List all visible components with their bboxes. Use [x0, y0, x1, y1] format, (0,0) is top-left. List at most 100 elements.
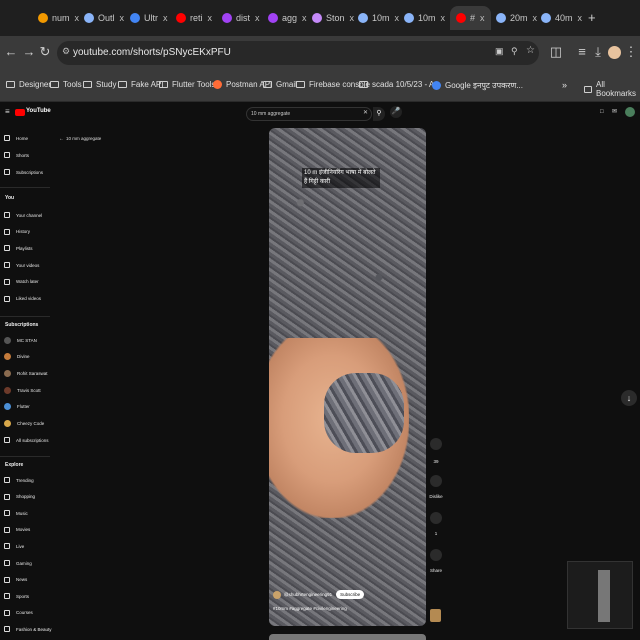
channel-avatar[interactable]: [273, 590, 281, 599]
url-text[interactable]: youtube.com/shorts/pSNycEKxPFU: [73, 47, 231, 58]
sidebar-item[interactable]: Live: [4, 540, 24, 552]
browser-tab[interactable]: num x: [38, 6, 79, 30]
tab-close-icon[interactable]: x: [350, 13, 355, 23]
sidebar-item[interactable]: Liked videos: [4, 293, 41, 305]
sidebar-section-heading[interactable]: You: [5, 195, 14, 201]
dislike-icon[interactable]: [430, 475, 442, 487]
browser-tab[interactable]: Ultr x: [130, 6, 168, 30]
sidebar-item[interactable]: Gaming: [4, 557, 32, 569]
sidebar-item[interactable]: All subscriptions: [4, 434, 49, 446]
browser-tab[interactable]: agg x: [268, 6, 307, 30]
tab-close-icon[interactable]: x: [395, 13, 400, 23]
bookmark-item[interactable]: Google इनपुट उपकरण...: [432, 80, 523, 91]
bookmark-item[interactable]: scada 10/5/23 - A...: [359, 80, 441, 89]
back-icon[interactable]: ←: [4, 45, 18, 59]
bookmarks-overflow-icon[interactable]: »: [562, 80, 567, 90]
youtube-logo-icon[interactable]: [15, 109, 25, 116]
profile-avatar[interactable]: [608, 46, 621, 59]
install-icon[interactable]: ▣: [495, 46, 504, 57]
sidebar-item[interactable]: Shorts: [4, 149, 29, 161]
create-icon[interactable]: □: [600, 109, 604, 115]
bookmark-item[interactable]: Designer: [6, 80, 51, 89]
bookmark-item[interactable]: Gmail: [263, 80, 297, 89]
sidebar-item[interactable]: History: [4, 226, 30, 238]
address-bar[interactable]: ⚙ youtube.com/shorts/pSNycEKxPFU ▣ ⚲ ☆: [57, 41, 539, 65]
next-short-preview[interactable]: [269, 634, 426, 640]
back-arrow-icon[interactable]: ←: [59, 136, 64, 142]
mic-icon[interactable]: 🎤: [390, 106, 402, 118]
download-icon[interactable]: ⤓: [591, 45, 605, 59]
sidebar-item[interactable]: Trending: [4, 474, 34, 486]
tab-close-icon[interactable]: x: [163, 13, 168, 23]
sidebar-item[interactable]: Cheezy Code: [4, 418, 44, 430]
guide-menu-icon[interactable]: ≡: [5, 107, 10, 116]
bookmark-item[interactable]: Tools: [50, 80, 82, 89]
sidebar-item[interactable]: News: [4, 574, 27, 586]
sidebar-item[interactable]: Flutter: [4, 401, 30, 413]
all-bookmarks[interactable]: All Bookmarks: [584, 80, 640, 98]
sidebar-item[interactable]: Rohit Saraswat: [4, 367, 48, 379]
forward-icon[interactable]: →: [22, 45, 36, 59]
tab-close-icon[interactable]: x: [120, 13, 125, 23]
browser-tab[interactable]: # x: [450, 6, 491, 30]
next-short-button[interactable]: ↓: [621, 390, 637, 406]
clear-search-icon[interactable]: ✕: [363, 109, 368, 116]
sidebar-item[interactable]: Courses: [4, 607, 33, 619]
browser-tab[interactable]: Ston x: [312, 6, 354, 30]
tab-close-icon[interactable]: x: [480, 13, 485, 23]
menu-icon[interactable]: ⋮: [624, 45, 638, 59]
sidebar-item[interactable]: Divine: [4, 351, 30, 363]
browser-tab[interactable]: dist x: [222, 6, 260, 30]
tab-close-icon[interactable]: x: [578, 13, 583, 23]
shorts-video[interactable]: 10 m इंजीनियरिंग भाषा में बोलते हैं गिट्…: [269, 128, 426, 626]
browser-tab[interactable]: 40m x: [541, 6, 582, 30]
sidebar-item[interactable]: Fashion & Beauty: [4, 623, 52, 635]
sidebar-item[interactable]: Home: [4, 132, 28, 144]
sidebar-item[interactable]: Travis Scott: [4, 384, 41, 396]
share-icon[interactable]: [430, 549, 442, 561]
tab-close-icon[interactable]: x: [75, 13, 80, 23]
tab-close-icon[interactable]: x: [255, 13, 260, 23]
sound-thumbnail[interactable]: [430, 609, 441, 622]
picture-in-picture-preview[interactable]: [567, 561, 633, 629]
sidebar-item[interactable]: Your videos: [4, 259, 39, 271]
sidebar-section-heading[interactable]: Subscriptions: [5, 322, 38, 328]
tab-close-icon[interactable]: x: [302, 13, 307, 23]
tab-close-icon[interactable]: x: [533, 13, 538, 23]
shorts-back-label[interactable]: 10 mm aggregate: [66, 136, 101, 141]
bookmark-star-icon[interactable]: ☆: [526, 45, 535, 56]
sidebar-item[interactable]: Movies: [4, 524, 30, 536]
browser-tab[interactable]: 20m x: [496, 6, 537, 30]
zoom-icon[interactable]: ⚲: [511, 46, 518, 57]
notifications-icon[interactable]: ✉: [612, 108, 617, 115]
extensions-icon[interactable]: ◫: [549, 45, 563, 59]
subscribe-button[interactable]: Subscribe: [336, 590, 365, 599]
sidebar-item[interactable]: Watch later: [4, 276, 39, 288]
new-tab-button[interactable]: +: [588, 10, 596, 25]
site-info-icon[interactable]: ⚙: [62, 46, 70, 57]
tab-close-icon[interactable]: x: [208, 13, 213, 23]
search-button-icon[interactable]: ⚲: [373, 107, 385, 121]
tab-close-icon[interactable]: x: [441, 13, 446, 23]
reload-icon[interactable]: ↻: [38, 45, 52, 59]
sidebar-section-heading[interactable]: Explore: [5, 462, 23, 468]
browser-tab[interactable]: reti x: [176, 6, 212, 30]
sidebar-item[interactable]: Shopping: [4, 491, 35, 503]
browser-tab[interactable]: 10m x: [358, 6, 399, 30]
sidebar-item[interactable]: MC STAN: [4, 334, 37, 346]
sidebar-item[interactable]: Music: [4, 507, 28, 519]
search-input[interactable]: 10 mm aggregate: [246, 107, 372, 121]
video-hashtags[interactable]: #10mm #aggregate #civilengineering: [273, 606, 347, 611]
youtube-logo-text[interactable]: YouTube: [26, 108, 51, 114]
browser-tab[interactable]: Outl x: [84, 6, 124, 30]
like-icon[interactable]: [430, 438, 442, 450]
bookmark-item[interactable]: Flutter Tools: [159, 80, 215, 89]
account-avatar[interactable]: [625, 107, 635, 117]
sidebar-item[interactable]: Your channel: [4, 209, 42, 221]
sidebar-item[interactable]: Sports: [4, 590, 29, 602]
browser-tab[interactable]: 10m x: [404, 6, 445, 30]
bookmark-item[interactable]: Study: [83, 80, 116, 89]
sidebar-item[interactable]: Playlists: [4, 242, 33, 254]
sidebar-item[interactable]: Subscriptions: [4, 166, 43, 178]
channel-name[interactable]: @shubhrtengineering91: [284, 592, 332, 597]
